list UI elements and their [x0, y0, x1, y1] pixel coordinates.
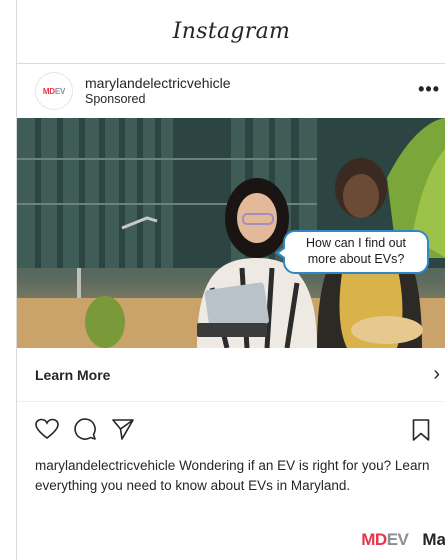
learn-more-label: Learn More [35, 366, 111, 383]
instagram-logo[interactable]: Instagram [173, 19, 290, 44]
heart-icon[interactable] [35, 418, 59, 440]
learn-more-button[interactable]: Learn More › [17, 348, 445, 402]
app-header: Instagram [17, 0, 445, 64]
bookmark-icon[interactable] [412, 419, 430, 441]
post-image[interactable]: How can I find out more about EVs? [17, 118, 445, 348]
post-caption: marylandelectricvehicle Wondering if an … [17, 456, 445, 497]
post-author: marylandelectricvehicle Sponsored [85, 75, 231, 107]
post-header: MD EV marylandelectricvehicle Sponsored •… [17, 64, 445, 118]
instagram-frame: Instagram MD EV marylandelectricvehicle S… [16, 0, 445, 560]
chevron-right-icon: › [433, 363, 440, 385]
brand-ma-text: Ma [422, 530, 445, 549]
avatar[interactable]: MD EV [35, 72, 73, 110]
more-dots-icon[interactable]: ••• [418, 80, 440, 98]
share-icon[interactable] [111, 417, 135, 441]
caption-username[interactable]: marylandelectricvehicle [35, 458, 175, 473]
avatar-md-text: MD [42, 86, 55, 96]
post-actions [17, 402, 445, 456]
speech-bubble: How can I find out more about EVs? [275, 230, 429, 274]
next-post-preview: MD EV Ma [361, 530, 445, 550]
sponsored-label: Sponsored [85, 91, 146, 106]
avatar-ev-text: EV [54, 86, 66, 96]
comment-icon[interactable] [73, 417, 97, 441]
post-username[interactable]: marylandelectricvehicle [85, 75, 231, 92]
brand-md-text: MD [361, 530, 387, 549]
brand-ev-text: EV [386, 530, 409, 549]
